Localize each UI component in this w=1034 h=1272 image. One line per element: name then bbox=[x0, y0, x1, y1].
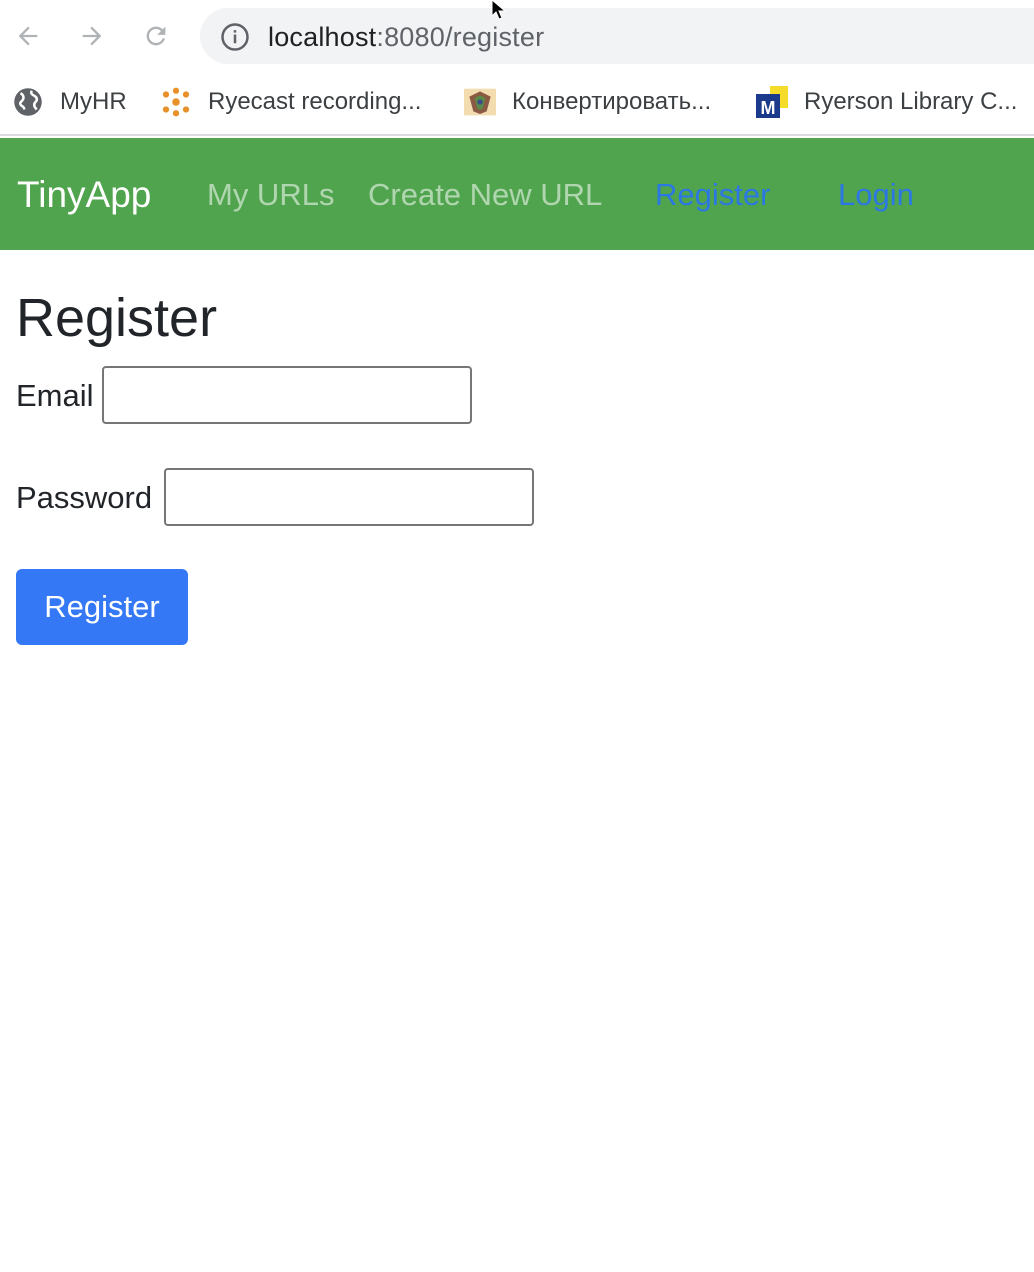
address-bar[interactable]: localhost:8080/register bbox=[200, 8, 1034, 64]
nav-login-link[interactable]: Login bbox=[838, 176, 914, 214]
nav-register-link[interactable]: Register bbox=[655, 176, 770, 214]
password-label: Password bbox=[16, 480, 153, 515]
bookmark-ryecast[interactable]: Ryecast recording... bbox=[160, 82, 421, 122]
email-input[interactable] bbox=[102, 366, 472, 424]
bookmark-label: MyHR bbox=[60, 88, 127, 115]
library-icon: M bbox=[756, 86, 788, 118]
url-host: localhost bbox=[268, 22, 377, 52]
reload-button[interactable] bbox=[138, 18, 174, 54]
svg-text:M: M bbox=[761, 98, 776, 118]
bookmark-ryerson-library[interactable]: M Ryerson Library C... bbox=[756, 82, 1017, 122]
bookmarks-bar: MyHR Ryecast recording... Конвертировать… bbox=[0, 72, 1034, 136]
ryecast-icon bbox=[160, 86, 192, 118]
bookmark-label: Конвертировать... bbox=[512, 88, 712, 115]
email-label: Email bbox=[16, 378, 94, 413]
nav-my-urls-link[interactable]: My URLs bbox=[207, 176, 334, 214]
forward-button[interactable] bbox=[74, 18, 110, 54]
bookmark-myhr[interactable]: MyHR bbox=[12, 82, 127, 122]
info-icon[interactable] bbox=[220, 22, 250, 52]
reload-icon bbox=[146, 26, 166, 46]
url-path: :8080/register bbox=[376, 22, 545, 52]
browser-toolbar: localhost:8080/register bbox=[0, 0, 1034, 72]
url-text: localhost:8080/register bbox=[268, 22, 544, 52]
navbar-brand[interactable]: TinyApp bbox=[17, 172, 151, 218]
nav-create-new-url-link[interactable]: Create New URL bbox=[368, 176, 602, 214]
arrow-left-icon bbox=[18, 26, 38, 46]
globe-icon bbox=[12, 86, 44, 118]
register-submit-button[interactable]: Register bbox=[16, 569, 188, 645]
arrow-right-icon bbox=[82, 26, 102, 46]
mouse-cursor-icon bbox=[491, 0, 507, 20]
page-title: Register bbox=[16, 288, 218, 348]
bookmark-label: Ryerson Library C... bbox=[804, 88, 1018, 115]
bookmark-label: Ryecast recording... bbox=[208, 88, 422, 115]
password-input[interactable] bbox=[164, 468, 534, 526]
back-button[interactable] bbox=[10, 18, 46, 54]
bookmark-converter[interactable]: Конвертировать... bbox=[464, 82, 711, 122]
converter-icon bbox=[464, 86, 496, 118]
